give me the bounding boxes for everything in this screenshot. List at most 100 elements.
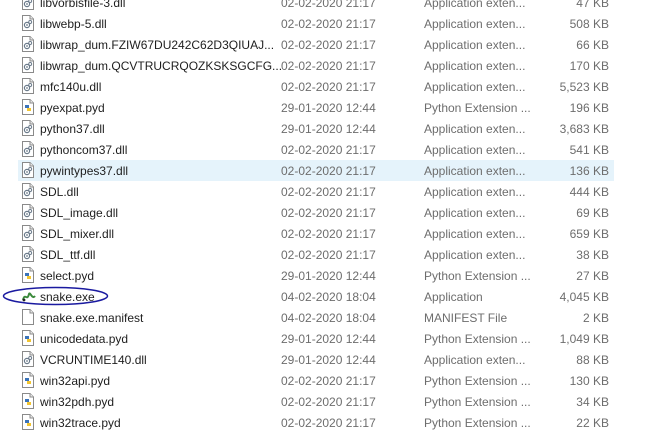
- file-size: 4,045 KB: [559, 290, 609, 304]
- file-name: SDL.dll: [40, 185, 79, 199]
- file-type: Application exten...: [424, 122, 526, 136]
- file-row[interactable]: SDL_image.dll 02-02-2020 21:17 Application…: [0, 202, 659, 223]
- file-size: 1,049 KB: [559, 332, 609, 346]
- file-name: unicodedata.pyd: [40, 332, 129, 346]
- file-name: win32trace.pyd: [40, 416, 121, 430]
- file-list: libvorbisfile-3.dll 02-02-2020 21:17 Appli…: [0, 0, 659, 433]
- snake-exe-icon: [22, 288, 36, 304]
- file-date-modified: 02-02-2020 21:17: [281, 17, 376, 31]
- file-size: 136 KB: [569, 164, 609, 178]
- dll-file-icon: [22, 141, 34, 157]
- file-row[interactable]: libwrap_dum.QCVTRUCRQOZKSKSGCFG... 02-02-…: [0, 55, 659, 76]
- dll-file-icon: [22, 246, 34, 262]
- file-type: Application exten...: [424, 80, 526, 94]
- file-date-modified: 02-02-2020 21:17: [281, 227, 376, 241]
- python-file-icon: [22, 99, 34, 115]
- file-type: Application exten...: [424, 185, 526, 199]
- file-name: libwebp-5.dll: [40, 17, 107, 31]
- file-row[interactable]: libvorbisfile-3.dll 02-02-2020 21:17 Appli…: [0, 0, 659, 13]
- file-date-modified: 02-02-2020 21:17: [281, 374, 376, 388]
- file-name: libvorbisfile-3.dll: [40, 0, 126, 10]
- file-name: VCRUNTIME140.dll: [40, 353, 147, 367]
- file-name: win32api.pyd: [40, 374, 111, 388]
- file-type: Application exten...: [424, 227, 526, 241]
- file-row[interactable]: pythoncom37.dll 02-02-2020 21:17 Applicati…: [0, 139, 659, 160]
- dll-file-icon: [22, 36, 34, 52]
- file-size: 196 KB: [569, 101, 609, 115]
- file-name: SDL_mixer.dll: [40, 227, 115, 241]
- file-name: SDL_image.dll: [40, 206, 119, 220]
- file-row[interactable]: SDL_ttf.dll 02-02-2020 21:17 Application e…: [0, 244, 659, 265]
- file-date-modified: 29-01-2020 12:44: [281, 122, 376, 136]
- file-type: Application: [424, 290, 483, 304]
- file-size: 47 KB: [576, 0, 609, 10]
- file-row[interactable]: select.pyd 29-01-2020 12:44 Python Extensi…: [0, 265, 659, 286]
- file-row[interactable]: pywintypes37.dll 02-02-2020 21:17 Applicat…: [0, 160, 659, 181]
- file-type: Python Extension ...: [424, 395, 531, 409]
- file-size: 444 KB: [569, 185, 609, 199]
- file-type: Application exten...: [424, 353, 526, 367]
- file-size: 170 KB: [569, 59, 609, 73]
- dll-file-icon: [22, 204, 34, 220]
- blank-file-icon: [22, 309, 34, 325]
- file-row[interactable]: python37.dll 29-01-2020 12:44 Application …: [0, 118, 659, 139]
- file-row[interactable]: snake.exe.manifest 04-02-2020 18:04 MANIFE…: [0, 307, 659, 328]
- file-size: 3,683 KB: [559, 122, 609, 136]
- dll-file-icon: [22, 183, 34, 199]
- dll-file-icon: [22, 57, 34, 73]
- file-name: snake.exe.manifest: [40, 311, 144, 325]
- dll-file-icon: [22, 78, 34, 94]
- file-size: 2 KB: [582, 311, 609, 325]
- python-file-icon: [22, 414, 34, 430]
- file-row[interactable]: libwebp-5.dll 02-02-2020 21:17 Application…: [0, 13, 659, 34]
- file-type: Python Extension ...: [424, 101, 531, 115]
- file-row[interactable]: win32pdh.pyd 02-02-2020 21:17 Python Exten…: [0, 391, 659, 412]
- file-type: Python Extension ...: [424, 332, 531, 346]
- file-row[interactable]: SDL_mixer.dll 02-02-2020 21:17 Application…: [0, 223, 659, 244]
- file-date-modified: 04-02-2020 18:04: [281, 311, 376, 325]
- file-size: 66 KB: [576, 38, 609, 52]
- file-size: 508 KB: [569, 17, 609, 31]
- file-row[interactable]: win32trace.pyd 02-02-2020 21:17 Python Ext…: [0, 412, 659, 433]
- file-name: libwrap_dum.FZIW67DU242C62D3QIUAJ...: [40, 38, 275, 52]
- file-date-modified: 02-02-2020 21:17: [281, 80, 376, 94]
- python-file-icon: [22, 330, 34, 346]
- file-date-modified: 02-02-2020 21:17: [281, 38, 376, 52]
- file-name: python37.dll: [40, 122, 105, 136]
- file-row[interactable]: VCRUNTIME140.dll 29-01-2020 12:44 Applicat…: [0, 349, 659, 370]
- file-date-modified: 29-01-2020 12:44: [281, 332, 376, 346]
- file-row[interactable]: libwrap_dum.FZIW67DU242C62D3QIUAJ... 02-0…: [0, 34, 659, 55]
- file-type: Application exten...: [424, 143, 526, 157]
- file-row[interactable]: SDL.dll 02-02-2020 21:17 Application exten…: [0, 181, 659, 202]
- file-type: Python Extension ...: [424, 374, 531, 388]
- file-date-modified: 02-02-2020 21:17: [281, 248, 376, 262]
- file-row[interactable]: snake.exe 04-02-2020 18:04 Application 4,04…: [0, 286, 659, 307]
- file-date-modified: 29-01-2020 12:44: [281, 269, 376, 283]
- file-date-modified: 02-02-2020 21:17: [281, 0, 376, 10]
- file-size: 88 KB: [576, 353, 609, 367]
- file-row[interactable]: mfc140u.dll 02-02-2020 21:17 Application e…: [0, 76, 659, 97]
- file-row[interactable]: unicodedata.pyd 29-01-2020 12:44 Python Ex…: [0, 328, 659, 349]
- file-date-modified: 02-02-2020 21:17: [281, 185, 376, 199]
- python-file-icon: [22, 393, 34, 409]
- file-row[interactable]: pyexpat.pyd 29-01-2020 12:44 Python Extens…: [0, 97, 659, 118]
- file-size: 22 KB: [576, 416, 609, 430]
- file-size: 541 KB: [569, 143, 609, 157]
- file-name: mfc140u.dll: [40, 80, 102, 94]
- file-type: Python Extension ...: [424, 416, 531, 430]
- python-file-icon: [22, 267, 34, 283]
- file-date-modified: 29-01-2020 12:44: [281, 101, 376, 115]
- file-date-modified: 02-02-2020 21:17: [281, 143, 376, 157]
- file-name: SDL_ttf.dll: [40, 248, 96, 262]
- dll-file-icon: [22, 351, 34, 367]
- dll-file-icon: [22, 225, 34, 241]
- file-date-modified: 29-01-2020 12:44: [281, 353, 376, 367]
- file-date-modified: 02-02-2020 21:17: [281, 59, 376, 73]
- file-size: 130 KB: [569, 374, 609, 388]
- file-name: select.pyd: [40, 269, 95, 283]
- file-type: Application exten...: [424, 206, 526, 220]
- file-name: pythoncom37.dll: [40, 143, 128, 157]
- file-type: MANIFEST File: [424, 311, 508, 325]
- file-row[interactable]: win32api.pyd 02-02-2020 21:17 Python Exten…: [0, 370, 659, 391]
- file-type: Application exten...: [424, 38, 526, 52]
